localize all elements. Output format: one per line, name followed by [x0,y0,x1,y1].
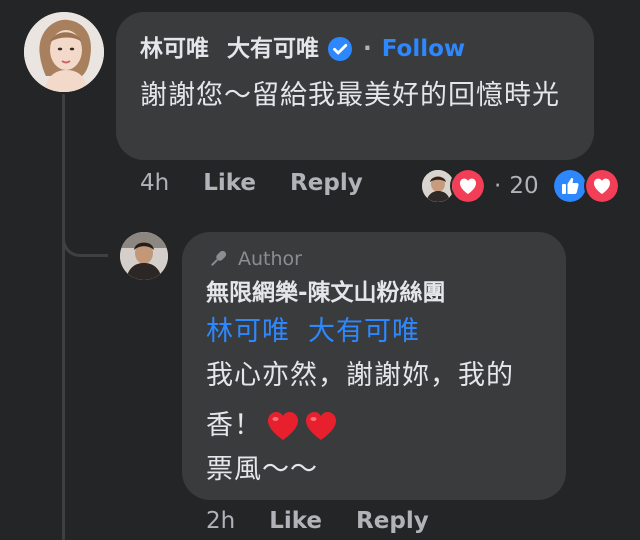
follow-button[interactable]: Follow [382,34,465,64]
verified-badge-icon [327,36,353,62]
comment-actions: 4h Like Reply [140,170,397,196]
mention-row: 林可唯 大有可唯 [206,314,542,350]
thread-connector-line [62,94,65,540]
mention-link[interactable]: 林可唯 [206,316,290,347]
thread-connector-elbow [62,215,108,257]
replier-avatar[interactable] [120,232,168,280]
comment-thread: 林可唯 大有可唯 · Follow 謝謝您～留給我最美好的回憶時光 4h Lik… [0,0,640,540]
comment-header: 林可唯 大有可唯 · Follow [140,34,570,64]
replier-name[interactable]: 無限網樂-陳文山粉絲團 [206,278,542,308]
reply-text-line-1: 我心亦然，謝謝妳，我的 [206,360,514,391]
author-badge-label: Author [238,248,302,270]
replier-avatar-image [120,232,168,280]
heart-icon [450,168,486,204]
comment-text: 謝謝您～留給我最美好的回憶時光 [140,80,560,111]
heart-icon [584,168,620,204]
follow-separator: · [363,36,372,62]
commenter-avatar[interactable] [24,12,104,92]
commenter-avatar-image [24,12,104,92]
comment-bubble: 林可唯 大有可唯 · Follow 謝謝您～留給我最美好的回憶時光 [116,12,594,160]
heart-emoji-icon [306,412,336,440]
reaction-count[interactable]: 20 [509,173,538,199]
commenter-name[interactable]: 林可唯 [140,34,209,64]
microphone-icon [211,250,227,266]
mention-link-page[interactable]: 大有可唯 [308,316,420,347]
reaction-summary[interactable]: · 20 [420,168,539,204]
reply-text-line-2-text: 香！ [206,410,262,441]
reply-actions: 2h Like Reply [206,508,463,534]
reply-button[interactable]: Reply [290,170,363,196]
heart-emoji-icon [268,412,298,440]
reaction-icons[interactable] [552,168,620,204]
like-thumb-icon [552,168,588,204]
reply-like-button[interactable]: Like [269,508,322,534]
author-badge: Author [206,246,542,272]
reaction-separator: · [494,173,502,199]
like-button[interactable]: Like [203,170,256,196]
reply-text-line-3: 票風～～ [206,454,318,485]
commenter-page-name[interactable]: 大有可唯 [227,34,319,64]
reply-text-line-2: 香！ [206,408,542,444]
reply-timestamp[interactable]: 2h [206,508,235,534]
reply-bubble: Author 無限網樂-陳文山粉絲團 林可唯 大有可唯 我心亦然，謝謝妳，我的 香… [182,232,566,500]
comment-timestamp[interactable]: 4h [140,170,169,196]
reply-reply-button[interactable]: Reply [356,508,429,534]
